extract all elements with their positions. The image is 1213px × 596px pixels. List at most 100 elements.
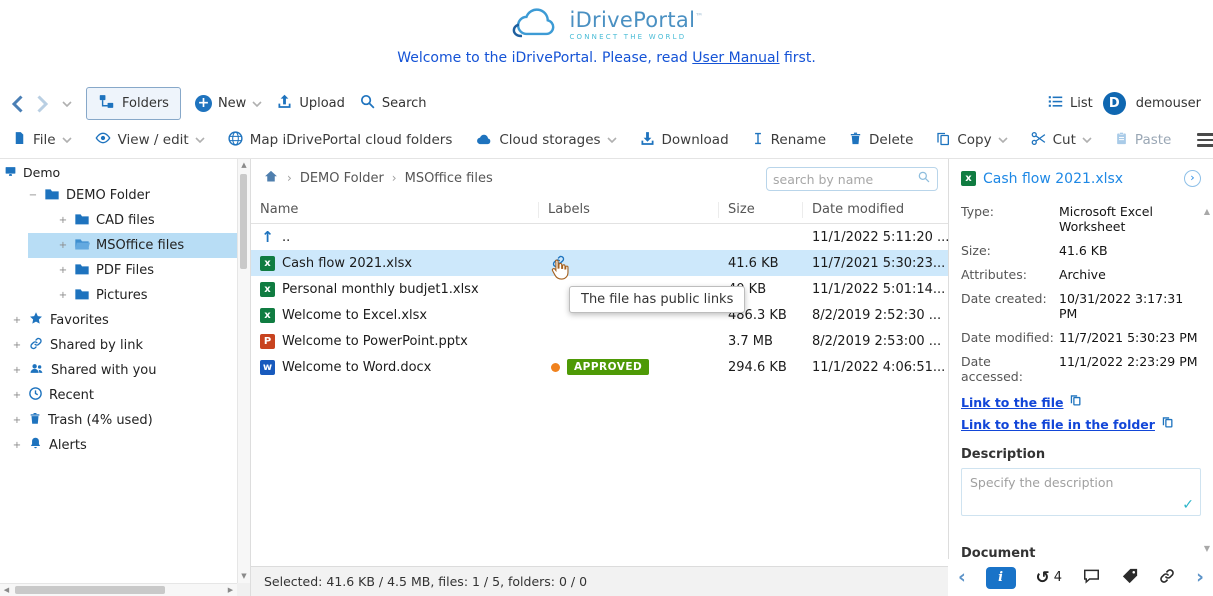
property-label: Date accessed: <box>961 354 1055 384</box>
scroll-left-arrow[interactable]: ◀ <box>0 584 13 596</box>
breadcrumb-item-demo-folder[interactable]: DEMO Folder <box>300 171 384 186</box>
new-button[interactable]: + New <box>195 95 262 112</box>
property-value: 41.6 KB <box>1059 243 1201 258</box>
breadcrumb-separator: › <box>392 171 397 185</box>
labels-tab-icon[interactable] <box>1121 567 1139 589</box>
table-row-welcome-powerpoint[interactable]: PWelcome to PowerPoint.pptx 3.7 MB 8/2/2… <box>251 328 948 354</box>
panel-scroll-down-arrow[interactable]: ▼ <box>1204 544 1210 553</box>
sidebar-item-favorites[interactable]: + Favorites <box>0 308 237 333</box>
view-edit-menu[interactable]: View / edit <box>94 130 205 150</box>
sidebar-item-shared-by-link[interactable]: + Shared by link <box>0 333 237 358</box>
word-file-icon: w <box>260 360 275 375</box>
tree-toggle[interactable]: + <box>12 315 22 326</box>
tree-toggle[interactable]: − <box>28 190 38 201</box>
delete-button[interactable]: Delete <box>848 130 913 151</box>
column-header-date-modified[interactable]: Date modified <box>803 202 948 218</box>
tree-toggle[interactable]: + <box>58 215 68 226</box>
cloud-icon <box>474 131 493 150</box>
download-button[interactable]: Download <box>639 130 729 151</box>
tree-toggle[interactable]: + <box>58 290 68 301</box>
links-tab-icon[interactable] <box>1158 567 1176 589</box>
home-icon[interactable] <box>263 169 279 188</box>
scrollbar-thumb[interactable] <box>15 586 165 594</box>
copy-link-icon[interactable] <box>1161 415 1174 433</box>
cut-button[interactable]: Cut <box>1030 130 1092 151</box>
menu-toolbar: File View / edit Map iDrivePortal cloud … <box>0 122 1213 159</box>
sidebar-item-alerts[interactable]: + Alerts <box>0 433 237 458</box>
column-header-labels[interactable]: Labels <box>539 202 719 218</box>
scroll-right-arrow[interactable]: ▶ <box>224 584 237 596</box>
folder-icon <box>74 212 90 230</box>
public-links-tooltip: The file has public links <box>569 286 745 313</box>
tree-root-demo[interactable]: Demo <box>0 162 237 183</box>
up-level-icon: ↑ <box>260 228 275 246</box>
tree-toggle[interactable]: + <box>12 390 22 401</box>
map-cloud-folders-button[interactable]: Map iDrivePortal cloud folders <box>227 130 453 151</box>
tree-toggle[interactable]: + <box>58 240 68 251</box>
tree-toggle[interactable]: + <box>12 415 22 426</box>
column-header-name[interactable]: Name <box>251 202 539 218</box>
sidebar-item-msoffice-files[interactable]: + MSOffice files <box>0 233 237 258</box>
table-row-cash-flow[interactable]: xCash flow 2021.xlsx 41.6 KB 11/7/2021 5… <box>251 250 948 276</box>
folder-icon <box>74 262 90 280</box>
property-label: Type: <box>961 204 1055 234</box>
panel-scroll-up-arrow[interactable]: ▲ <box>1204 207 1210 216</box>
scrollbar-thumb[interactable] <box>240 174 247 269</box>
scissors-icon <box>1030 130 1047 151</box>
avatar[interactable]: D <box>1103 92 1126 115</box>
search-input[interactable] <box>773 172 917 187</box>
column-header-size[interactable]: Size <box>719 202 803 218</box>
comments-tab-icon[interactable] <box>1082 567 1101 589</box>
tree-toggle[interactable]: + <box>12 440 22 451</box>
history-dropdown-icon[interactable] <box>62 101 72 107</box>
folder-icon <box>74 287 90 305</box>
search-button[interactable]: Search <box>359 93 427 114</box>
tree-toggle[interactable]: + <box>58 265 68 276</box>
sidebar-item-demo-folder[interactable]: − DEMO Folder <box>0 183 237 208</box>
tree-toggle[interactable]: + <box>12 365 22 376</box>
panel-prev-icon[interactable]: ‹ <box>958 568 966 587</box>
table-row-welcome-word[interactable]: wWelcome to Word.docx APPROVED 294.6 KB … <box>251 354 948 380</box>
history-tab-icon[interactable]: ↺ 4 <box>1035 568 1062 588</box>
file-menu[interactable]: File <box>12 130 72 150</box>
details-expand-icon[interactable]: › <box>1184 170 1201 187</box>
info-tab-icon[interactable]: i <box>986 567 1016 589</box>
description-input[interactable] <box>961 468 1201 516</box>
link-to-file[interactable]: Link to the file <box>961 395 1063 410</box>
upload-button[interactable]: Upload <box>276 93 345 114</box>
search-field-icon[interactable] <box>917 170 931 188</box>
sidebar-item-shared-with-you[interactable]: + Shared with you <box>0 358 237 383</box>
rename-button[interactable]: Rename <box>751 130 826 151</box>
forward-button[interactable] <box>37 95 48 113</box>
scrollbar-corner <box>237 583 250 596</box>
sidebar-item-pictures[interactable]: + Pictures <box>0 283 237 308</box>
excel-file-icon: x <box>260 308 275 323</box>
sidebar-item-pdf-files[interactable]: + PDF Files <box>0 258 237 283</box>
table-row-parent-dir[interactable]: ↑.. 11/1/2022 5:11:20 ... <box>251 224 948 250</box>
paste-button[interactable]: Paste <box>1114 130 1171 151</box>
sidebar-item-trash[interactable]: + Trash (4% used) <box>0 408 237 433</box>
sidebar-item-cad-files[interactable]: + CAD files <box>0 208 237 233</box>
back-button[interactable] <box>12 95 23 113</box>
property-label: Attributes: <box>961 267 1055 282</box>
copy-link-icon[interactable] <box>1069 393 1082 411</box>
copy-button[interactable]: Copy <box>935 130 1007 151</box>
username[interactable]: demouser <box>1136 96 1201 111</box>
link-to-file-in-folder[interactable]: Link to the file in the folder <box>961 417 1155 432</box>
folders-button[interactable]: Folders <box>86 87 181 120</box>
cloud-storages-menu[interactable]: Cloud storages <box>474 131 616 150</box>
panel-next-icon[interactable]: › <box>1196 568 1204 587</box>
save-description-check-icon[interactable]: ✓ <box>1182 497 1194 513</box>
sidebar-item-recent[interactable]: + Recent <box>0 383 237 408</box>
upload-icon <box>276 93 293 114</box>
user-manual-link[interactable]: User Manual <box>692 50 779 66</box>
breadcrumb-item-msoffice-files[interactable]: MSOffice files <box>405 171 493 186</box>
tree-toggle[interactable]: + <box>12 340 22 351</box>
scroll-down-arrow[interactable]: ▼ <box>238 570 250 583</box>
welcome-message: Welcome to the iDrivePortal. Please, rea… <box>0 50 1213 66</box>
clock-icon <box>28 386 43 405</box>
hamburger-menu-icon[interactable] <box>1193 129 1213 150</box>
star-icon <box>28 311 44 330</box>
scroll-up-arrow[interactable]: ▲ <box>238 159 250 172</box>
list-view-button[interactable]: List <box>1047 93 1093 114</box>
